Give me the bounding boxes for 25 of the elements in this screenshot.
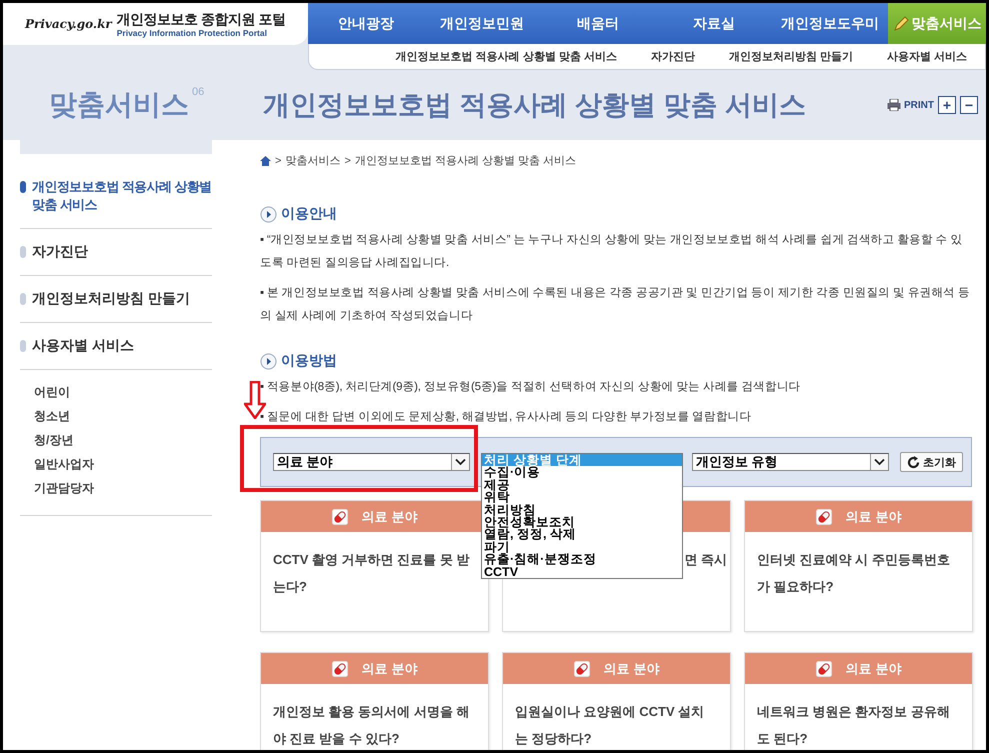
breadcrumb-separator: > <box>344 154 351 166</box>
card-category: 의료 분야 <box>604 660 660 678</box>
portal-title: 개인정보보호 종합지원 포털 <box>116 10 286 28</box>
card-question: 인터넷 진료예약 시 주민등록번호가 필요하다? <box>756 551 951 596</box>
section-number: 06 <box>192 86 204 98</box>
card-question: 네트워크 병원은 환자정보 공유해도 된다? <box>756 703 951 748</box>
info-paragraph: ▪ 본 개인정보보호법 적용사례 상황별 맞춤 서비스에 수록된 내용은 각종 공공기관 및 민간기업 등이 제기한 각종 민원질의 및 유권해석 등의 실제 사례에 기초하여 작성되었습니다 <box>260 286 971 324</box>
info-paragraph: ▪ 질문에 대한 답변 이외에도 문제상황, 해결방법, 유사사례 등의 다양한 부가정보를 열람합니다 <box>260 410 752 425</box>
card-category: 의료 분야 <box>846 508 902 526</box>
card-category: 의료 분야 <box>362 660 418 678</box>
logo-text: Privacy.go.kr <box>25 17 112 31</box>
card-category: 의료 분야 <box>362 508 418 526</box>
section-heading: 이용안내 <box>281 205 337 223</box>
info-paragraph: ▪ 적용분야(8종), 처리단계(9종), 정보유형(5종)을 적절히 선택하여 자신의 상황에 맞는 사례를 검색합니다 <box>260 380 802 395</box>
breadcrumb-separator: > <box>275 154 282 166</box>
page-title: 개인정보보호법 적용사례 상황별 맞춤 서비스 <box>263 89 808 122</box>
card-question: 입원실이나 요양원에 CCTV 설치는 정당하다? <box>514 703 706 748</box>
section-name: 맞춤서비스 <box>49 88 189 122</box>
card-category: 의료 분야 <box>846 660 902 678</box>
section-heading: 이용방법 <box>281 352 337 370</box>
card-question: 개인정보 활용 동의서에 서명을 해야 진료 받을 수 있다? <box>272 703 470 748</box>
portal-subtitle: Privacy Information Protection Portal <box>116 28 268 38</box>
info-paragraph: ▪ “개인정보보호법 적용사례 상황별 맞춤 서비스” 는 누구나 자신의 상황에 맞는 개인정보보호법 해석 사례를 쉽게 검색하고 활용할 수 있도록 마련된 질의응답 사례집입니다. <box>260 233 964 271</box>
card-question: 면 즉시 <box>684 551 727 569</box>
card-question: CCTV 촬영 거부하면 진료를 못 받는다? <box>272 551 470 596</box>
